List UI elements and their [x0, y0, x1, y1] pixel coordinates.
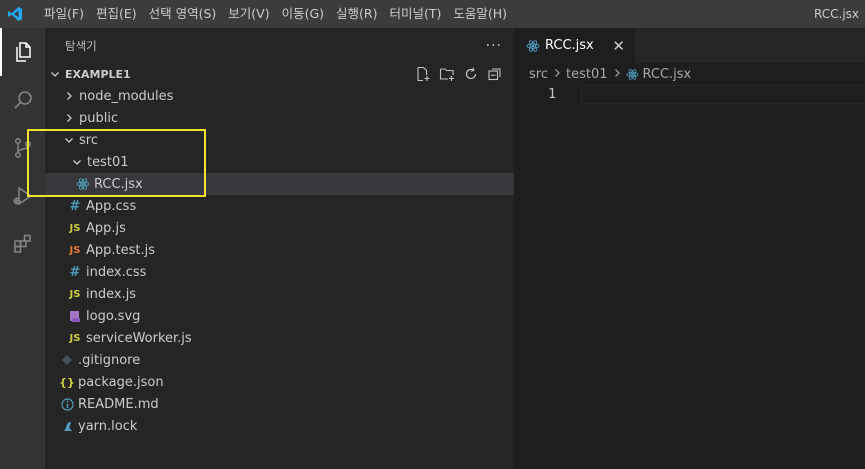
current-line-highlight	[581, 85, 865, 104]
tree-folder-node-modules[interactable]: node_modules	[45, 85, 514, 107]
breadcrumb-item-src[interactable]: src	[529, 67, 548, 82]
tree-label: src	[79, 132, 98, 148]
tree-label: public	[79, 110, 119, 126]
breadcrumb-item-rcc-jsx[interactable]: RCC.jsx	[643, 67, 692, 82]
tree-label: package.json	[78, 374, 164, 390]
new-folder-icon[interactable]	[438, 65, 456, 83]
tree-file-readme-md[interactable]: README.md	[45, 393, 514, 415]
tree-label: index.js	[86, 286, 137, 302]
chevron-right-icon	[61, 88, 77, 104]
tree-file-rcc-jsx[interactable]: RCC.jsx	[45, 173, 514, 195]
window-title: RCC.jsx	[814, 7, 859, 21]
chevron-right-icon	[552, 67, 562, 82]
yarn-icon	[59, 418, 75, 434]
tree-file-app-js[interactable]: JS App.js	[45, 217, 514, 239]
breadcrumb-item-test01[interactable]: test01	[566, 67, 608, 82]
tree-file-app-test-js[interactable]: JS App.test.js	[45, 239, 514, 261]
activity-bar	[0, 28, 45, 469]
chevron-down-icon	[69, 154, 85, 170]
menu-bar: 파일(F) 편집(E) 선택 영역(S) 보기(V) 이동(G) 실행(R) 터…	[30, 0, 513, 28]
tree-label: App.test.js	[86, 242, 156, 258]
more-actions-icon[interactable]: ···	[486, 38, 502, 54]
react-icon	[75, 176, 91, 192]
explorer-icon[interactable]	[0, 28, 45, 76]
tree-folder-public[interactable]: public	[45, 107, 514, 129]
chevron-right-icon	[61, 110, 77, 126]
file-tree: node_modules public src test01 RCC.jsx #…	[45, 85, 514, 437]
menu-help[interactable]: 도움말(H)	[447, 0, 513, 28]
workspace-title: EXAMPLE1	[65, 67, 131, 81]
js-icon: JS	[69, 332, 81, 344]
line-number: 1	[548, 87, 556, 102]
chevron-down-icon	[47, 66, 63, 82]
tree-label: serviceWorker.js	[86, 330, 192, 346]
tree-file-serviceworker-js[interactable]: JS serviceWorker.js	[45, 327, 514, 349]
css-hash-icon: #	[69, 264, 81, 280]
tree-label: README.md	[78, 396, 159, 412]
menu-selection[interactable]: 선택 영역(S)	[143, 0, 223, 28]
tree-label: logo.svg	[86, 308, 141, 324]
json-braces-icon: {}	[59, 375, 75, 389]
js-icon: JS	[69, 288, 81, 300]
tree-file-index-css[interactable]: # index.css	[45, 261, 514, 283]
run-debug-icon[interactable]	[0, 172, 45, 220]
js-icon: JS	[69, 222, 81, 234]
menu-edit[interactable]: 편집(E)	[90, 0, 143, 28]
code-line[interactable]: 1	[514, 85, 865, 104]
explorer-sidebar: 탐색기 ··· EXAMPLE1 node_modules public src…	[45, 28, 514, 469]
tree-label: App.css	[86, 198, 137, 214]
tab-bar: RCC.jsx ✕	[514, 28, 865, 63]
menu-run[interactable]: 실행(R)	[330, 0, 383, 28]
git-icon	[59, 352, 75, 368]
tree-folder-src[interactable]: src	[45, 129, 514, 151]
tree-label: node_modules	[79, 88, 174, 104]
editor-area: RCC.jsx ✕ src test01 RCC.jsx 1	[514, 28, 865, 469]
tree-label: App.js	[86, 220, 126, 236]
tab-label: RCC.jsx	[545, 38, 594, 53]
react-icon	[626, 68, 639, 81]
tree-file-logo-svg[interactable]: logo.svg	[45, 305, 514, 327]
menu-view[interactable]: 보기(V)	[222, 0, 275, 28]
search-icon[interactable]	[0, 76, 45, 124]
workspace-section-header[interactable]: EXAMPLE1	[45, 63, 514, 85]
chevron-down-icon	[61, 132, 77, 148]
tree-file-package-json[interactable]: {} package.json	[45, 371, 514, 393]
tab-rcc-jsx[interactable]: RCC.jsx ✕	[514, 28, 635, 63]
tree-file-index-js[interactable]: JS index.js	[45, 283, 514, 305]
js-test-icon: JS	[69, 244, 81, 256]
tree-label: index.css	[86, 264, 147, 280]
refresh-icon[interactable]	[462, 65, 480, 83]
collapse-all-icon[interactable]	[486, 65, 504, 83]
sidebar-header: 탐색기 ···	[45, 28, 514, 63]
tree-label: RCC.jsx	[94, 176, 143, 192]
menu-terminal[interactable]: 터미널(T)	[384, 0, 448, 28]
new-file-icon[interactable]	[414, 65, 432, 83]
section-actions	[414, 65, 504, 83]
tree-file-yarn-lock[interactable]: yarn.lock	[45, 415, 514, 437]
chevron-right-icon	[612, 67, 622, 82]
tree-folder-test01[interactable]: test01	[45, 151, 514, 173]
menu-go[interactable]: 이동(G)	[276, 0, 330, 28]
tree-file-gitignore[interactable]: .gitignore	[45, 349, 514, 371]
info-icon	[59, 396, 75, 412]
source-control-icon[interactable]	[0, 124, 45, 172]
title-bar: 파일(F) 편집(E) 선택 영역(S) 보기(V) 이동(G) 실행(R) 터…	[0, 0, 865, 28]
css-hash-icon: #	[69, 198, 81, 214]
tree-label: .gitignore	[78, 352, 141, 368]
breadcrumb: src test01 RCC.jsx	[514, 63, 865, 85]
sidebar-title: 탐색기	[65, 38, 97, 53]
extensions-icon[interactable]	[0, 220, 45, 268]
tree-label: test01	[87, 154, 129, 170]
close-icon[interactable]: ✕	[612, 37, 625, 55]
svg-image-icon	[67, 308, 83, 324]
react-icon	[526, 39, 540, 53]
tree-label: yarn.lock	[78, 418, 138, 434]
menu-file[interactable]: 파일(F)	[38, 0, 90, 28]
vscode-logo-icon	[0, 0, 30, 28]
tree-file-app-css[interactable]: # App.css	[45, 195, 514, 217]
